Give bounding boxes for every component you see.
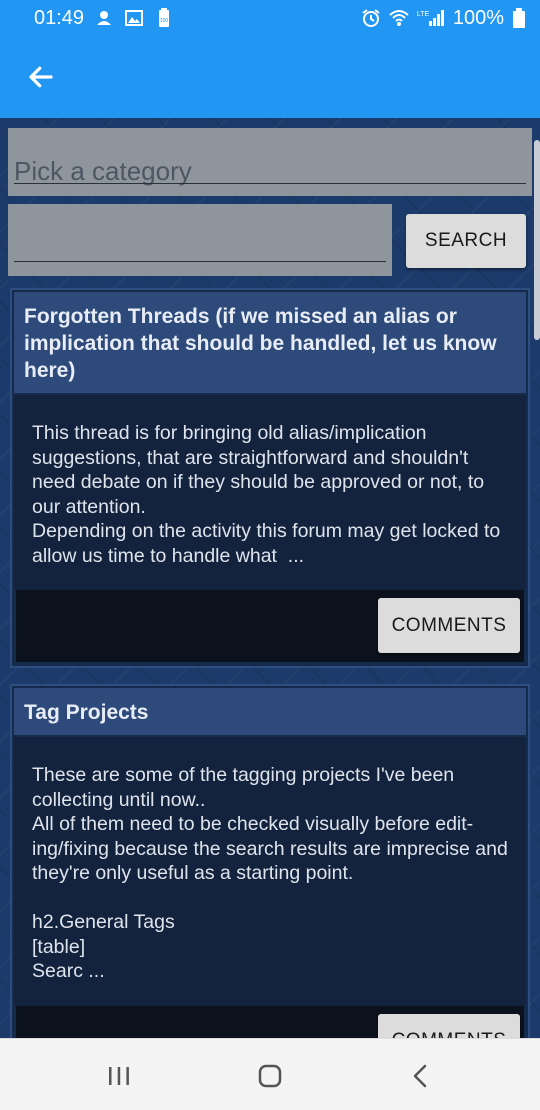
thread-title[interactable]: Forgotten Threads (if we missed an alias… <box>14 292 526 393</box>
thread-title[interactable]: Tag Projects <box>14 688 526 735</box>
scrollbar[interactable] <box>534 140 540 340</box>
battery-icon <box>512 8 526 28</box>
notification-icon <box>94 8 114 28</box>
svg-text:100: 100 <box>160 18 169 24</box>
category-picker[interactable]: Pick a category <box>8 128 532 196</box>
recent-apps-icon <box>105 1062 133 1090</box>
back-button[interactable] <box>22 58 60 96</box>
battery-percent: 100% <box>452 6 504 29</box>
back-icon <box>407 1062 435 1090</box>
system-nav-bar <box>0 1038 540 1110</box>
app-bar <box>0 36 540 118</box>
comments-button[interactable]: COMMENTS <box>378 1013 520 1038</box>
thread-excerpt: These are some of the tagging projects I… <box>14 737 526 1006</box>
svg-text:LTE: LTE <box>417 11 429 18</box>
lte-signal-icon: LTE <box>417 8 445 28</box>
alarm-icon <box>361 8 381 28</box>
back-arrow-icon <box>26 62 56 92</box>
search-button[interactable]: SEARCH <box>406 214 526 268</box>
home-icon <box>256 1062 284 1090</box>
status-bar: 01:49 100 LTE 100% <box>0 0 540 36</box>
thread-card[interactable]: Forgotten Threads (if we missed an alias… <box>10 288 530 668</box>
thread-card[interactable]: Tag Projects These are some of the taggi… <box>10 684 530 1038</box>
nav-back-button[interactable] <box>406 1061 436 1091</box>
status-time: 01:49 <box>34 6 85 29</box>
comments-button[interactable]: COMMENTS <box>378 598 520 653</box>
thread-excerpt: This thread is for bringing old alias/im… <box>14 395 526 590</box>
category-underline <box>14 183 526 184</box>
home-button[interactable] <box>255 1061 285 1091</box>
thread-footer: COMMENTS <box>16 1005 524 1038</box>
search-underline <box>14 261 386 262</box>
recent-apps-button[interactable] <box>104 1061 134 1091</box>
thread-footer: COMMENTS <box>16 590 524 662</box>
image-icon <box>124 8 144 28</box>
battery-saver-icon: 100 <box>154 8 174 28</box>
search-input[interactable] <box>8 204 392 276</box>
wifi-icon <box>389 8 409 28</box>
forum-content[interactable]: Pick a category SEARCH Forgotten Threads… <box>0 118 540 1038</box>
